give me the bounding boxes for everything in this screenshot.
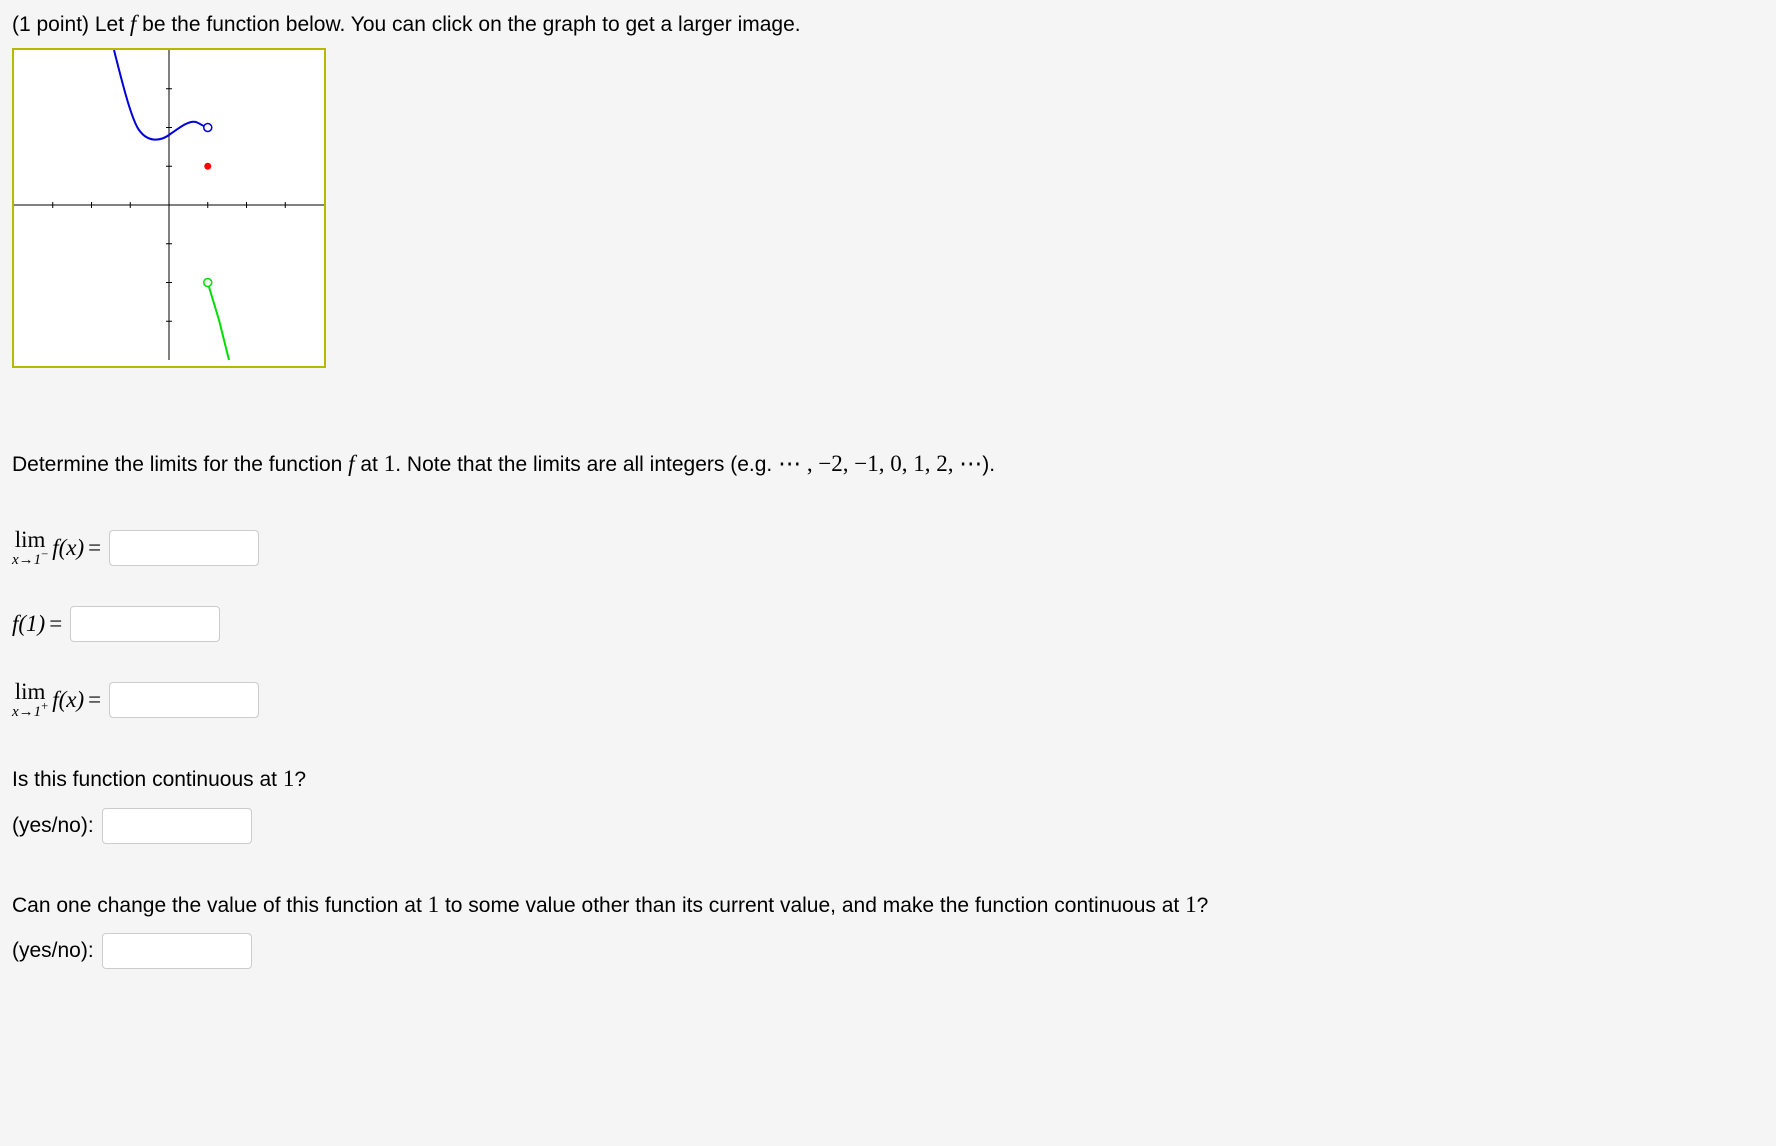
q1-limit: lim x→1−: [12, 528, 48, 568]
intro-suffix: be the function below. You can click on …: [142, 13, 800, 36]
q2-row: f(1) =: [12, 606, 1764, 642]
function-value-point: [204, 163, 211, 170]
intro-text: (1 point) Let f be the function below. Y…: [12, 8, 1764, 40]
q2-fx: f(1): [12, 611, 45, 637]
instruction-prefix: Determine the limits for the function: [12, 453, 342, 476]
problem-container: (1 point) Let f be the function below. Y…: [0, 0, 1776, 1146]
instruction-text: Determine the limits for the function f …: [12, 448, 1764, 480]
q3-fx: f(x): [52, 687, 84, 713]
q4-question-pre: Is this function continuous at: [12, 768, 283, 791]
q1-equals: =: [88, 535, 101, 561]
q4-answer-line: (yes/no):: [12, 808, 1764, 844]
left-branch-open-endpoint: [204, 124, 212, 132]
right-branch-curve: [209, 287, 229, 360]
q4-point: 1: [283, 766, 295, 791]
q4-input[interactable]: [102, 808, 252, 844]
left-branch-curve: [114, 50, 208, 140]
q5-question: Can one change the value of this functio…: [12, 884, 1764, 925]
instruction-close: ).: [982, 453, 995, 476]
q1-fx: f(x): [52, 535, 84, 561]
q5-label: (yes/no):: [12, 939, 94, 963]
q2-equals: =: [49, 611, 62, 637]
q5-point1: 1: [428, 892, 440, 917]
q5-question-pre: Can one change the value of this functio…: [12, 894, 428, 917]
graph-svg: [14, 50, 324, 360]
intro-prefix: (1 point) Let: [12, 13, 124, 36]
instruction-point: 1: [384, 451, 396, 476]
intro-f-symbol: f: [130, 11, 136, 36]
q3-row: lim x→1+ f(x) =: [12, 680, 1764, 720]
q5-input[interactable]: [102, 933, 252, 969]
instruction-mid: at: [355, 453, 384, 476]
q4-block: Is this function continuous at 1? (yes/n…: [12, 758, 1764, 843]
q1-approach: x→1−: [12, 548, 48, 568]
q5-question-mid: to some value other than its current val…: [439, 894, 1185, 917]
right-branch-open-endpoint: [204, 279, 212, 287]
q2-input[interactable]: [70, 606, 220, 642]
q4-label: (yes/no):: [12, 814, 94, 838]
q3-input[interactable]: [109, 682, 259, 718]
q4-question: Is this function continuous at 1?: [12, 758, 1764, 799]
q4-question-post: ?: [294, 768, 306, 791]
function-graph[interactable]: [12, 48, 326, 368]
q5-answer-line: (yes/no):: [12, 933, 1764, 969]
q1-input[interactable]: [109, 530, 259, 566]
q5-question-post: ?: [1197, 894, 1209, 917]
instruction-integers: ⋯ , −2, −1, 0, 1, 2, ⋯: [778, 451, 982, 476]
q3-equals: =: [88, 687, 101, 713]
q5-point2: 1: [1185, 892, 1197, 917]
q3-approach: x→1+: [12, 700, 48, 720]
q3-limit: lim x→1+: [12, 680, 48, 720]
instruction-post: . Note that the limits are all integers …: [395, 453, 778, 476]
q5-block: Can one change the value of this functio…: [12, 884, 1764, 969]
q1-row: lim x→1− f(x) =: [12, 528, 1764, 568]
